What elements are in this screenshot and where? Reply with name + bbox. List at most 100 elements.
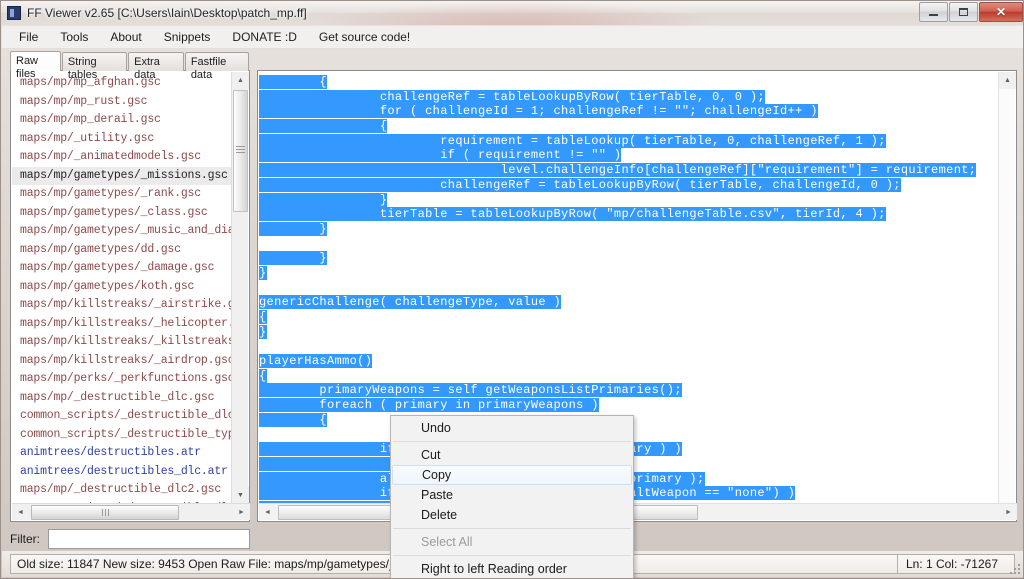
list-item[interactable]: maps/mp/killstreaks/_airdrop.gsc xyxy=(12,352,233,371)
maximize-icon xyxy=(959,8,968,16)
list-item[interactable]: maps/mp/gametypes/_music_and_dialo xyxy=(12,222,233,241)
app-icon xyxy=(7,6,21,20)
list-item[interactable]: common_scripts/_destructible_dlc.g xyxy=(12,407,233,426)
list-item[interactable]: maps/mp/gametypes/_missions.gsc xyxy=(12,166,233,185)
scroll-left-icon[interactable]: ◄ xyxy=(12,504,29,521)
editor-vertical-scrollbar[interactable]: ▲ xyxy=(998,72,1016,504)
code-line: } xyxy=(259,251,999,266)
scroll-down-icon[interactable]: ▼ xyxy=(232,487,249,504)
context-menu-item-undo[interactable]: Undo xyxy=(391,418,633,438)
raw-file-list-panel: maps/mp/mp_afghan.gsc maps/mp/mp_rust.gsc… xyxy=(10,70,250,522)
code-line: foreach ( primary in primaryWeapons ) xyxy=(259,398,999,413)
minimize-icon xyxy=(929,14,938,16)
tab-raw-files[interactable]: Raw files xyxy=(10,51,61,80)
list-item[interactable]: maps/mp/_utility.gsc xyxy=(12,130,233,149)
filter-row: Filter: xyxy=(10,528,250,550)
code-line: } xyxy=(259,324,999,340)
resize-grip-icon[interactable] xyxy=(1008,562,1020,574)
code-line-selected-text: { xyxy=(259,412,327,427)
editor-horizontal-scrollbar[interactable]: ◄ ► xyxy=(259,503,1017,520)
list-item[interactable]: maps/mp/_destructible_dlc2.gsc xyxy=(12,481,233,500)
title-bar: FF Viewer v2.65 [C:\Users\Iain\Desktop\p… xyxy=(1,1,1023,25)
code-line-selected-text: challengeRef = tableLookupByRow( tierTab… xyxy=(259,177,901,192)
code-line-selected-text: } xyxy=(259,192,388,207)
code-line-selected-text: genericChallenge( challengeType, value ) xyxy=(259,295,562,310)
code-line-selected-text: { xyxy=(259,75,327,89)
code-line-selected-text: } xyxy=(259,265,267,280)
code-line: primaryWeapons = self getWeaponsListPrim… xyxy=(259,383,999,398)
context-menu-item-delete[interactable]: Delete xyxy=(391,505,633,525)
list-item[interactable]: maps/mp/_animatedmodels.gsc xyxy=(12,148,233,167)
menu-item-file[interactable]: File xyxy=(8,27,49,47)
context-menu-item-paste[interactable]: Paste xyxy=(391,485,633,505)
file-list-vertical-scrollbar[interactable]: ▲ ▼ xyxy=(231,72,249,504)
context-menu[interactable]: Undo Cut Copy Paste Delete Select All Right to… xyxy=(390,415,634,578)
list-item[interactable]: maps/mp/gametypes/_rank.gsc xyxy=(12,185,233,204)
list-item[interactable]: maps/mp/killstreaks/_airstrike.gsc xyxy=(12,296,233,315)
scroll-thumb-grip-icon xyxy=(101,504,110,522)
scroll-right-icon[interactable]: ► xyxy=(1000,504,1017,521)
list-item[interactable]: maps/mp/gametypes/_damage.gsc xyxy=(12,259,233,278)
scroll-right-icon[interactable]: ► xyxy=(233,504,250,521)
code-line-selected-text: requirement = tableLookup( tierTable, 0,… xyxy=(259,133,886,148)
scroll-up-icon[interactable]: ▲ xyxy=(999,72,1016,89)
list-item[interactable]: maps/mp/_destructible_dlc.gsc xyxy=(12,389,233,408)
code-line: { xyxy=(259,75,999,90)
code-line-selected-text: playerHasAmmo() xyxy=(259,354,373,369)
file-list-horizontal-scrollbar[interactable]: ◄ ► xyxy=(12,503,250,520)
list-item[interactable]: maps/mp/killstreaks/_helicopter.gs xyxy=(12,315,233,334)
file-list-horizontal-scroll-thumb[interactable] xyxy=(31,505,179,520)
code-line-selected-text: challengeRef = tableLookupByRow( tierTab… xyxy=(259,89,765,104)
code-line: challengeRef = tableLookupByRow( tierTab… xyxy=(259,177,999,193)
code-line-selected-text: { xyxy=(259,119,388,134)
list-item[interactable]: maps/mp/gametypes/koth.gsc xyxy=(12,278,233,297)
list-item[interactable]: maps/mp/mp_derail.gsc xyxy=(12,111,233,130)
window-title: FF Viewer v2.65 [C:\Users\Iain\Desktop\p… xyxy=(27,6,307,20)
code-line: } xyxy=(259,192,999,208)
tab-strip: Raw files String tables Extra data Fastf… xyxy=(10,51,250,81)
context-menu-item-cut[interactable]: Cut xyxy=(391,445,633,465)
scroll-up-icon[interactable]: ▲ xyxy=(232,72,249,89)
list-item[interactable]: maps/mp/gametypes/dd.gsc xyxy=(12,241,233,260)
minimize-button[interactable] xyxy=(919,2,948,22)
menu-item-get-source-code[interactable]: Get source code! xyxy=(308,27,421,47)
code-line: } xyxy=(259,221,999,237)
close-button[interactable]: ✕ xyxy=(979,2,1023,22)
list-item[interactable]: maps/mp/gametypes/_class.gsc xyxy=(12,204,233,223)
caret-position-indicator: Ln: 1 Col: -71267 xyxy=(896,554,1015,574)
context-menu-separator xyxy=(391,525,633,532)
code-line-selected-text: if ( requirement != "" ) xyxy=(259,148,622,163)
menu-item-about[interactable]: About xyxy=(99,27,152,47)
menu-bar: File Tools About Snippets DONATE :D Get … xyxy=(2,26,1023,49)
code-line: playerHasAmmo() xyxy=(259,354,999,369)
code-line-selected-text: } xyxy=(259,221,327,236)
filter-label: Filter: xyxy=(10,532,40,546)
tab-extra-data[interactable]: Extra data xyxy=(128,52,184,81)
menu-item-tools[interactable]: Tools xyxy=(49,27,99,47)
scroll-left-icon[interactable]: ◄ xyxy=(259,504,276,521)
code-line-selected-text: for ( challengeId = 1; challengeRef != "… xyxy=(259,104,818,119)
window-controls: ✕ xyxy=(919,2,1023,22)
tab-fastfile-data[interactable]: Fastfile data xyxy=(184,52,249,81)
scroll-thumb-grip-icon xyxy=(236,146,245,153)
code-line-selected-text: } xyxy=(259,324,267,339)
tab-string-tables[interactable]: String tables xyxy=(61,52,128,81)
context-menu-item-right-to-left-reading-order[interactable]: Right to left Reading order xyxy=(391,559,633,578)
list-item[interactable]: maps/mp/perks/_perkfunctions.gsc xyxy=(12,370,233,389)
filter-input[interactable] xyxy=(48,529,250,549)
list-item[interactable]: animtrees/destructibles_dlc.atr xyxy=(12,463,233,482)
context-menu-item-copy[interactable]: Copy xyxy=(392,465,632,485)
list-item[interactable]: animtrees/destructibles.atr xyxy=(12,444,233,463)
list-item[interactable]: maps/mp/mp_rust.gsc xyxy=(12,93,233,112)
code-line: for ( challengeId = 1; challengeRef != "… xyxy=(259,104,999,119)
code-line: level.challengeInfo[challengeRef]["requi… xyxy=(259,163,999,178)
list-item[interactable]: common_scripts/_destructible_types xyxy=(12,426,233,445)
code-line-selected-text: { xyxy=(259,368,267,383)
menu-item-donate[interactable]: DONATE :D xyxy=(221,27,307,47)
maximize-button[interactable] xyxy=(949,2,978,22)
raw-file-list[interactable]: maps/mp/mp_afghan.gsc maps/mp/mp_rust.gsc… xyxy=(12,72,233,504)
menu-item-snippets[interactable]: Snippets xyxy=(153,27,222,47)
application-window: FF Viewer v2.65 [C:\Users\Iain\Desktop\p… xyxy=(0,0,1024,579)
list-item[interactable]: maps/mp/killstreaks/_killstreaks.g xyxy=(12,333,233,352)
